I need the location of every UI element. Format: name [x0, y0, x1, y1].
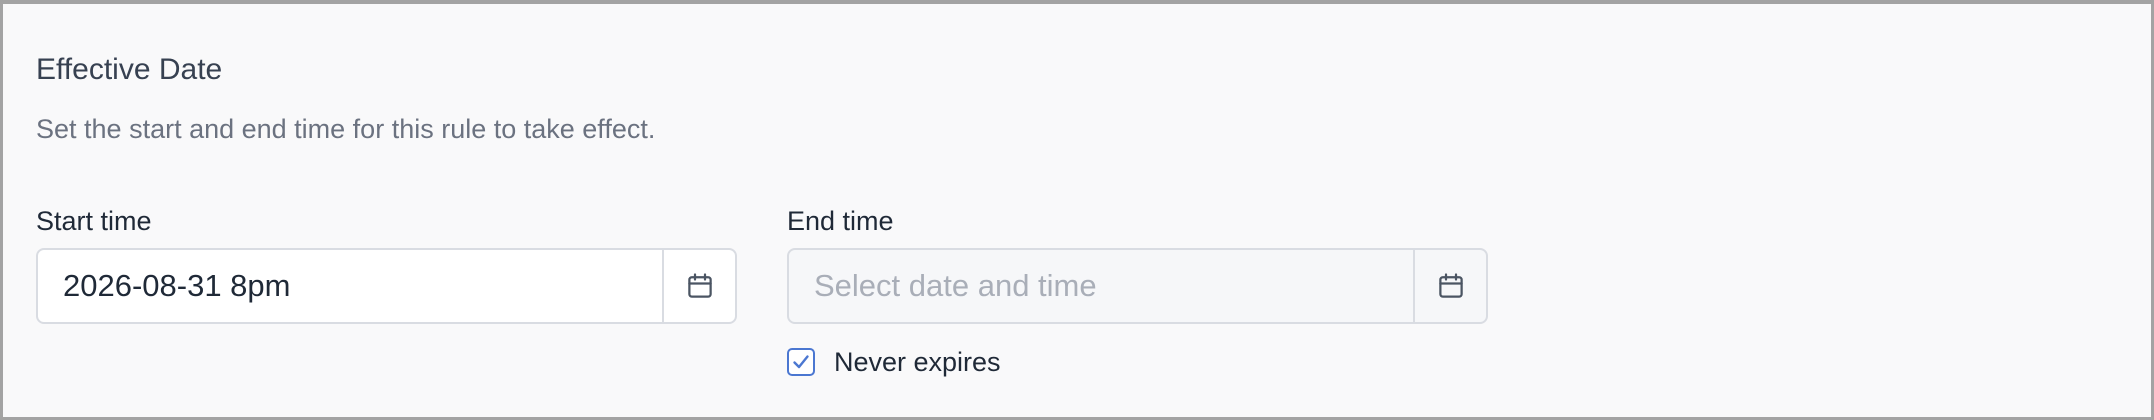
section-description: Set the start and end time for this rule…: [36, 114, 656, 144]
start-time-picker[interactable]: 2026-08-31 8pm: [36, 248, 737, 324]
checkmark-icon: [793, 355, 809, 369]
end-time-calendar-button[interactable]: [1413, 250, 1486, 322]
end-time-picker[interactable]: Select date and time: [787, 248, 1488, 324]
start-time-calendar-button[interactable]: [662, 250, 735, 322]
effective-date-panel: Effective Date Set the start and end tim…: [0, 0, 2154, 420]
never-expires-option[interactable]: Never expires: [787, 344, 1001, 380]
section-title: Effective Date: [36, 53, 223, 86]
end-time-label: End time: [787, 206, 894, 236]
start-time-label: Start time: [36, 206, 152, 236]
never-expires-label[interactable]: Never expires: [834, 344, 1001, 380]
never-expires-checkbox[interactable]: [787, 348, 815, 376]
start-time-input[interactable]: 2026-08-31 8pm: [38, 250, 662, 322]
calendar-icon: [687, 273, 712, 298]
end-time-input[interactable]: Select date and time: [789, 250, 1413, 322]
calendar-icon: [1438, 273, 1463, 298]
